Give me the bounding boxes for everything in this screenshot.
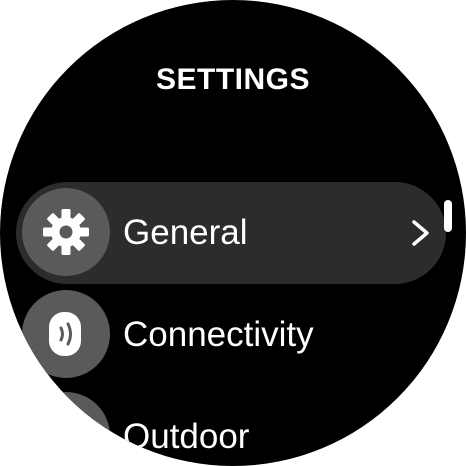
outdoor-icon [49, 421, 83, 451]
menu-item-general[interactable]: General [16, 182, 446, 284]
menu-item-label: General [123, 213, 248, 252]
watch-screen: SETTINGS General Connectivity Outdoor [0, 0, 466, 466]
chevron-right-icon [412, 220, 429, 246]
connectivity-icon [49, 312, 81, 356]
menu-item-icon-circle [22, 188, 110, 276]
menu-item-connectivity[interactable]: Connectivity [16, 284, 446, 386]
menu-item-icon-circle [22, 392, 110, 466]
menu-item-label: Outdoor [123, 417, 250, 456]
page-title: SETTINGS [155, 63, 310, 96]
menu-item-label: Connectivity [123, 315, 314, 354]
menu-item-icon-circle [22, 290, 110, 378]
scrollbar-thumb[interactable] [444, 200, 452, 232]
gear-icon [43, 209, 89, 255]
menu-item-outdoor[interactable]: Outdoor [16, 386, 446, 466]
